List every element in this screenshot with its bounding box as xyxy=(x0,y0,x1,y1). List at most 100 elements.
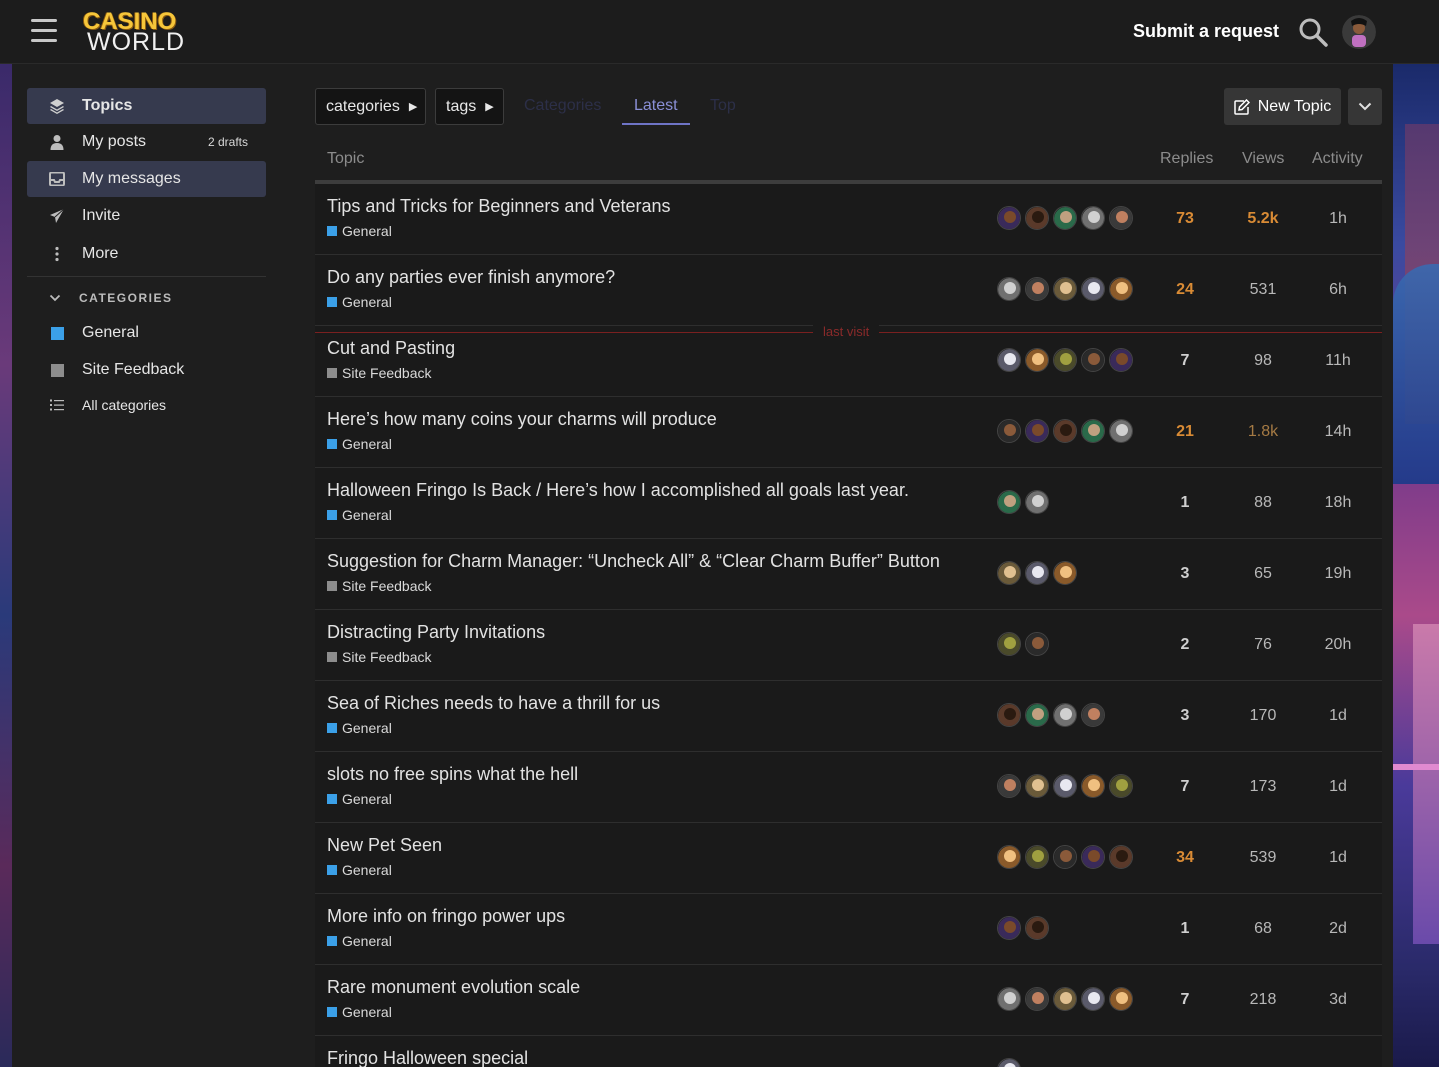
poster-avatar[interactable] xyxy=(997,774,1021,798)
topic-activity-time[interactable]: 2d xyxy=(1305,920,1371,938)
topic-activity-time[interactable]: 1d xyxy=(1305,778,1371,796)
poster-avatar[interactable] xyxy=(1109,419,1133,443)
poster-avatar[interactable] xyxy=(997,490,1021,514)
column-header-topic[interactable]: Topic xyxy=(327,150,364,168)
poster-avatar[interactable] xyxy=(1025,632,1049,656)
sidebar-item-more[interactable]: More xyxy=(27,236,266,272)
topic-category-badge[interactable]: General xyxy=(327,294,392,310)
poster-avatar[interactable] xyxy=(1109,348,1133,372)
sidebar-item-invite[interactable]: Invite xyxy=(27,198,266,234)
topic-category-badge[interactable]: General xyxy=(327,791,392,807)
topic-title-link[interactable]: Halloween Fringo Is Back / Here’s how I … xyxy=(327,480,909,501)
poster-avatar[interactable] xyxy=(1025,277,1049,301)
tab-latest[interactable]: Latest xyxy=(634,97,678,115)
sidebar-item-category-site-feedback[interactable]: Site Feedback xyxy=(27,352,266,388)
topic-row[interactable]: Distracting Party Invitations Site Feedba… xyxy=(315,610,1382,681)
topic-row[interactable]: More info on fringo power ups General 1 68 2… xyxy=(315,894,1382,965)
tab-top[interactable]: Top xyxy=(710,97,736,115)
poster-avatar[interactable] xyxy=(1025,561,1049,585)
hamburger-menu-icon[interactable] xyxy=(31,19,57,43)
poster-avatar[interactable] xyxy=(1081,277,1105,301)
poster-avatar[interactable] xyxy=(997,845,1021,869)
sidebar-item-category-general[interactable]: General xyxy=(27,315,266,351)
tab-categories[interactable]: Categories xyxy=(524,97,601,115)
sidebar-item-my-posts[interactable]: My posts 2 drafts xyxy=(27,124,266,160)
topic-activity-time[interactable]: 11h xyxy=(1305,352,1371,370)
topic-activity-time[interactable]: 1h xyxy=(1305,210,1371,228)
topic-category-badge[interactable]: General xyxy=(327,720,392,736)
poster-avatar[interactable] xyxy=(997,703,1021,727)
poster-avatar[interactable] xyxy=(1025,206,1049,230)
topic-category-badge[interactable]: General xyxy=(327,436,392,452)
topic-title-link[interactable]: Tips and Tricks for Beginners and Vetera… xyxy=(327,196,671,217)
topic-row[interactable]: New Pet Seen General 34 539 1d xyxy=(315,823,1382,894)
topic-activity-time[interactable]: 6h xyxy=(1305,281,1371,299)
poster-avatar[interactable] xyxy=(997,419,1021,443)
poster-avatar[interactable] xyxy=(1053,703,1077,727)
poster-avatar[interactable] xyxy=(1081,348,1105,372)
topic-title-link[interactable]: Sea of Riches needs to have a thrill for… xyxy=(327,693,660,714)
topic-row[interactable]: Halloween Fringo Is Back / Here’s how I … xyxy=(315,468,1382,539)
search-icon[interactable] xyxy=(1298,17,1328,47)
topic-row[interactable]: Rare monument evolution scale General 7 218… xyxy=(315,965,1382,1036)
poster-avatar[interactable] xyxy=(1053,419,1077,443)
poster-avatar[interactable] xyxy=(997,1058,1021,1067)
topic-category-badge[interactable]: General xyxy=(327,933,392,949)
column-header-activity[interactable]: Activity xyxy=(1312,150,1363,168)
topic-title-link[interactable]: New Pet Seen xyxy=(327,835,442,856)
poster-avatar[interactable] xyxy=(1109,206,1133,230)
topic-row[interactable]: Fringo Halloween specialGeneral xyxy=(315,1036,1382,1067)
topic-title-link[interactable]: Cut and Pasting xyxy=(327,338,455,359)
topic-title-link[interactable]: Suggestion for Charm Manager: “Uncheck A… xyxy=(327,551,940,572)
topic-row[interactable]: Here’s how many coins your charms will p… xyxy=(315,397,1382,468)
poster-avatar[interactable] xyxy=(1025,703,1049,727)
poster-avatar[interactable] xyxy=(1081,845,1105,869)
topic-activity-time[interactable]: 18h xyxy=(1305,494,1371,512)
poster-avatar[interactable] xyxy=(997,206,1021,230)
sidebar-item-all-categories[interactable]: All categories xyxy=(27,387,266,423)
poster-avatar[interactable] xyxy=(1053,845,1077,869)
current-user-avatar[interactable] xyxy=(1342,15,1376,49)
poster-avatar[interactable] xyxy=(997,277,1021,301)
poster-avatar[interactable] xyxy=(997,561,1021,585)
topic-category-badge[interactable]: General xyxy=(327,507,392,523)
topic-activity-time[interactable]: 3d xyxy=(1305,991,1371,1009)
topic-title-link[interactable]: Distracting Party Invitations xyxy=(327,622,545,643)
column-header-replies[interactable]: Replies xyxy=(1160,150,1213,168)
poster-avatar[interactable] xyxy=(1109,845,1133,869)
site-logo[interactable]: CASINO WORLD xyxy=(83,8,193,56)
poster-avatar[interactable] xyxy=(1109,987,1133,1011)
topic-title-link[interactable]: slots no free spins what the hell xyxy=(327,764,578,785)
topic-title-link[interactable]: Rare monument evolution scale xyxy=(327,977,580,998)
poster-avatar[interactable] xyxy=(1053,774,1077,798)
poster-avatar[interactable] xyxy=(997,348,1021,372)
topic-activity-time[interactable]: 1d xyxy=(1305,707,1371,725)
poster-avatar[interactable] xyxy=(1109,277,1133,301)
topic-row[interactable]: Sea of Riches needs to have a thrill for… xyxy=(315,681,1382,752)
poster-avatar[interactable] xyxy=(1025,348,1049,372)
poster-avatar[interactable] xyxy=(1081,774,1105,798)
poster-avatar[interactable] xyxy=(1053,987,1077,1011)
topic-row[interactable]: slots no free spins what the hell General… xyxy=(315,752,1382,823)
poster-avatar[interactable] xyxy=(1025,845,1049,869)
topic-activity-time[interactable]: 14h xyxy=(1305,423,1371,441)
topic-category-badge[interactable]: General xyxy=(327,862,392,878)
poster-avatar[interactable] xyxy=(1025,987,1049,1011)
poster-avatar[interactable] xyxy=(997,987,1021,1011)
topic-row[interactable]: Do any parties ever finish anymore? Gener… xyxy=(315,255,1382,326)
topic-category-badge[interactable]: General xyxy=(327,223,392,239)
sidebar-item-topics[interactable]: Topics xyxy=(27,88,266,124)
poster-avatar[interactable] xyxy=(1053,277,1077,301)
poster-avatar[interactable] xyxy=(1025,916,1049,940)
poster-avatar[interactable] xyxy=(1053,206,1077,230)
poster-avatar[interactable] xyxy=(1025,490,1049,514)
new-topic-options-dropdown[interactable] xyxy=(1348,88,1382,125)
topic-category-badge[interactable]: Site Feedback xyxy=(327,578,432,594)
poster-avatar[interactable] xyxy=(1109,774,1133,798)
poster-avatar[interactable] xyxy=(1081,419,1105,443)
topic-activity-time[interactable]: 19h xyxy=(1305,565,1371,583)
poster-avatar[interactable] xyxy=(1081,987,1105,1011)
tags-dropdown[interactable]: tags ▶ xyxy=(435,88,504,125)
topic-category-badge[interactable]: Site Feedback xyxy=(327,365,432,381)
new-topic-button[interactable]: New Topic xyxy=(1224,88,1341,125)
